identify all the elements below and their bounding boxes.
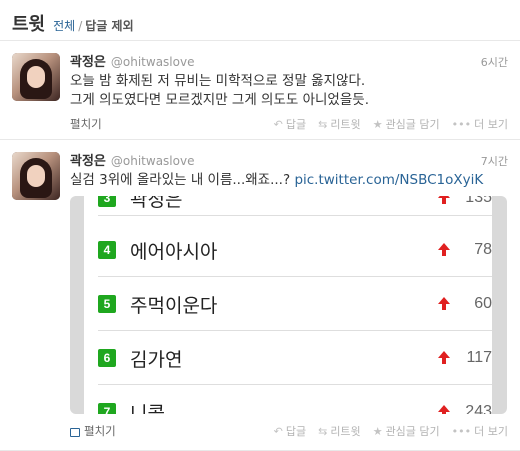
tweet-item[interactable]: 곽정은 @ohitwaslove 6시간 오늘 밤 화제된 저 뮤비는 미학적으…	[0, 41, 520, 140]
tweet-filter: 전체 / 답글 제외	[53, 17, 133, 34]
rank-keyword: 곽정은	[130, 196, 183, 211]
retweet-button[interactable]: ⇆ 리트윗	[318, 116, 361, 132]
favorite-button[interactable]: ★ 관심글 담기	[373, 423, 440, 439]
ranking-list: 3 곽정은 135 4 에어아시아 78 5 주먹이운다 60 6 김가연 11…	[84, 196, 492, 414]
filter-separator: /	[78, 19, 83, 33]
favorite-label: 관심글 담기	[385, 118, 440, 131]
user-name[interactable]: 곽정은	[70, 150, 106, 169]
ranking-row: 5 주먹이운다 60	[98, 277, 492, 331]
retweet-label: 리트윗	[330, 425, 361, 438]
rank-badge: 3	[98, 196, 116, 207]
rank-keyword: 김가연	[130, 349, 183, 371]
rank-count: 117	[466, 349, 492, 366]
rank-keyword: 주먹이운다	[130, 295, 218, 317]
reply-icon: ↶	[273, 117, 283, 131]
rank-keyword: 에어아시아	[130, 241, 218, 263]
up-arrow-icon	[438, 297, 450, 310]
more-button[interactable]: ••• 더 보기	[452, 116, 508, 132]
user-handle[interactable]: @ohitwaslove	[111, 154, 195, 168]
more-label: 더 보기	[474, 425, 508, 438]
tweet-text: 오늘 밤 화제된 저 뮤비는 미학적으로 정말 옳지않다. 그게 의도였다면 모…	[70, 72, 508, 110]
page-title: 트윗	[12, 14, 46, 35]
ellipsis-icon: •••	[451, 117, 472, 131]
tweet-timestamp[interactable]: 6시간	[481, 54, 508, 70]
ellipsis-icon: •••	[451, 424, 472, 438]
more-button[interactable]: ••• 더 보기	[452, 423, 508, 439]
rank-count: 78	[474, 241, 492, 258]
rank-badge: 6	[98, 349, 116, 367]
filter-no-replies[interactable]: 답글 제외	[85, 19, 133, 33]
rank-badge: 4	[98, 241, 116, 259]
reply-button[interactable]: ↶ 답글	[274, 116, 306, 132]
ranking-row: 4 에어아시아 78	[98, 223, 492, 277]
expand-link[interactable]: 펼치기	[70, 423, 116, 439]
rank-keyword: 니콜	[130, 403, 165, 414]
up-arrow-icon	[438, 405, 450, 414]
retweet-label: 리트윗	[330, 118, 361, 131]
tweet-text: 실검 3위에 올라있는 내 이름...왜죠...? pic.twitter.co…	[70, 171, 508, 190]
user-handle[interactable]: @ohitwaslove	[111, 55, 195, 69]
expand-link[interactable]: 펼치기	[70, 116, 102, 132]
tweet-header: 곽정은 @ohitwaslove 7시간	[70, 150, 508, 170]
star-icon: ★	[372, 117, 383, 131]
ranking-row: 3 곽정은 135	[98, 196, 492, 216]
filter-all-link[interactable]: 전체	[53, 19, 75, 33]
retweet-icon: ⇆	[318, 424, 328, 438]
tweet-actions: 펼치기 ↶ 답글 ⇆ 리트윗 ★ 관심글 담기 ••• 더 보기	[70, 115, 508, 133]
tweet-actions: 펼치기 ↶ 답글 ⇆ 리트윗 ★ 관심글 담기 ••• 더 보기	[70, 422, 508, 440]
ranking-row: 6 김가연 117	[98, 331, 492, 385]
media-preview[interactable]: 3 곽정은 135 4 에어아시아 78 5 주먹이운다 60 6 김가연 11…	[70, 196, 507, 414]
star-icon: ★	[372, 424, 383, 438]
pic-link[interactable]: pic.twitter.com/NSBC1oXyiK	[294, 172, 483, 188]
tweet-timestamp[interactable]: 7시간	[481, 153, 508, 169]
tweet-header: 곽정은 @ohitwaslove 6시간	[70, 51, 508, 71]
retweet-button[interactable]: ⇆ 리트윗	[318, 423, 361, 439]
rank-count: 60	[474, 295, 492, 312]
tweet-item[interactable]: 곽정은 @ohitwaslove 7시간 실검 3위에 올라있는 내 이름...…	[0, 140, 520, 451]
reply-label: 답글	[285, 118, 307, 131]
up-arrow-icon	[438, 243, 450, 256]
user-name[interactable]: 곽정은	[70, 51, 106, 70]
reply-icon: ↶	[273, 424, 283, 438]
tweet-text-line: 오늘 밤 화제된 저 뮤비는 미학적으로 정말 옳지않다.	[70, 73, 366, 89]
ranking-row: 7 니콜 243	[98, 385, 492, 414]
reply-label: 답글	[285, 425, 307, 438]
rank-count: 243	[465, 403, 492, 414]
timeline-header: 트윗 전체 / 답글 제외	[0, 0, 520, 41]
favorite-button[interactable]: ★ 관심글 담기	[373, 116, 440, 132]
rank-badge: 5	[98, 295, 116, 313]
tweet-text-body: 실검 3위에 올라있는 내 이름...왜죠...?	[70, 172, 291, 188]
rank-badge: 7	[98, 403, 116, 414]
more-label: 더 보기	[474, 118, 508, 131]
rank-count: 135	[465, 196, 492, 206]
reply-button[interactable]: ↶ 답글	[274, 423, 306, 439]
photo-icon	[70, 427, 80, 437]
favorite-label: 관심글 담기	[385, 425, 440, 438]
up-arrow-icon	[438, 351, 450, 364]
tweet-text-line: 그게 의도였다면 모르겠지만 그게 의도도 아니었을듯.	[70, 92, 369, 108]
expand-label: 펼치기	[84, 424, 116, 438]
avatar[interactable]	[12, 53, 60, 101]
avatar[interactable]	[12, 152, 60, 200]
retweet-icon: ⇆	[318, 117, 328, 131]
up-arrow-icon	[438, 196, 450, 204]
